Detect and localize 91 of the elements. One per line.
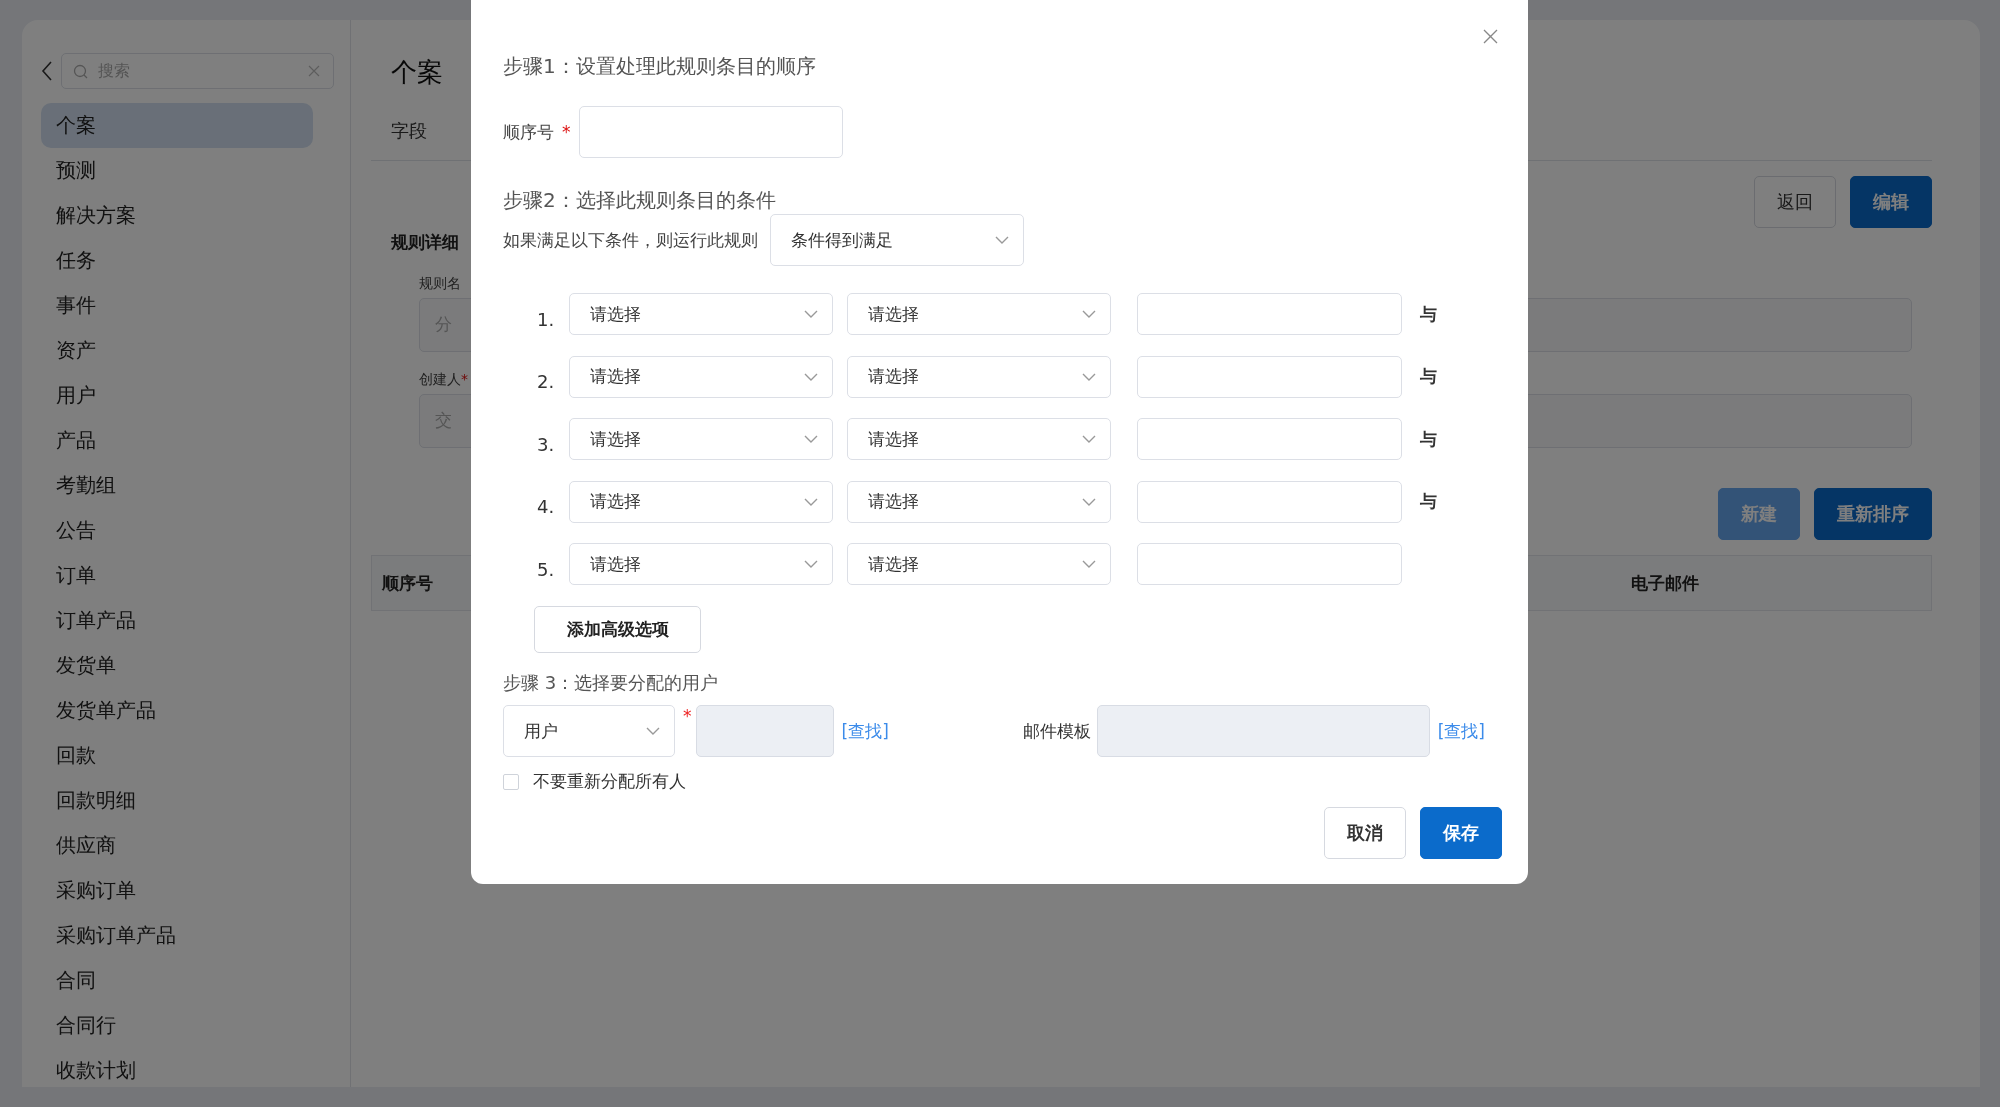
field-label: 创建人 [419, 370, 461, 389]
chevron-down-icon [804, 497, 818, 506]
dropdown[interactable]: 条件得到满足 [770, 214, 1024, 266]
sidebar-item[interactable]: 考勤组 [41, 463, 313, 508]
sidebar-item[interactable]: 资产 [41, 328, 313, 373]
input-field[interactable] [578, 106, 843, 158]
step-heading: 步骤1：设置处理此规则条目的顺序 [503, 53, 817, 80]
chevron-down-icon [804, 560, 818, 568]
row-number: 2. [537, 370, 556, 392]
row-number: 1. [537, 307, 556, 330]
sidebar-item[interactable]: 事件 [41, 283, 313, 328]
sidebar-item[interactable]: 发货单 [41, 643, 313, 688]
input-field[interactable] [1137, 480, 1402, 523]
page-title: 个案 [391, 56, 443, 89]
chevron-down-icon [804, 310, 818, 318]
chevron-down-icon [1082, 310, 1096, 318]
sidebar-item[interactable]: 合同行 [41, 1003, 313, 1048]
input-field[interactable] [1137, 293, 1402, 335]
required-mark: * [562, 122, 571, 142]
sidebar-item[interactable]: 个案 [41, 103, 313, 148]
tab[interactable]: 字段 [391, 116, 427, 146]
search-icon [73, 64, 88, 79]
button[interactable]: 编辑 [1850, 176, 1932, 228]
sidebar-item[interactable]: 收款计划 [41, 1048, 313, 1093]
input-field[interactable] [1137, 355, 1402, 398]
dropdown[interactable]: 请选择 [847, 480, 1111, 523]
dropdown[interactable]: 请选择 [569, 293, 833, 335]
section-title: 规则详细 [391, 231, 459, 254]
chevron-down-icon [1082, 560, 1096, 568]
sidebar-item[interactable]: 合同 [41, 958, 313, 1003]
button[interactable]: 保存 [1420, 807, 1502, 859]
step-heading: 步骤 3：选择要分配的用户 [503, 671, 720, 695]
button[interactable]: 添加高级选项 [534, 606, 701, 653]
dropdown[interactable]: 请选择 [569, 418, 833, 460]
chevron-down-icon [1082, 435, 1096, 443]
dropdown[interactable]: 用户 [503, 705, 675, 757]
dropdown[interactable]: 请选择 [569, 543, 833, 585]
checkbox[interactable] [503, 773, 519, 790]
sidebar-item[interactable]: 预测 [41, 148, 313, 193]
row-number: 5. [537, 557, 556, 580]
chevron-down-icon [646, 727, 660, 735]
required-mark: * [683, 705, 692, 727]
chevron-down-icon [1082, 372, 1096, 381]
dropdown[interactable]: 请选择 [569, 480, 833, 523]
chevron-down-icon [1082, 497, 1096, 506]
input-field[interactable] [1137, 418, 1402, 460]
dropdown[interactable]: 请选择 [847, 293, 1111, 335]
sidebar-item[interactable]: 采购订单产品 [41, 913, 313, 958]
sidebar-item[interactable]: 公告 [41, 508, 313, 553]
row-number: 3. [537, 432, 556, 455]
sidebar-item[interactable]: 采购订单 [41, 868, 313, 913]
sidebar-item[interactable]: 产品 [41, 418, 313, 463]
sidebar-item[interactable]: 任务 [41, 238, 313, 283]
clear-icon [308, 65, 320, 77]
button[interactable]: 取消 [1324, 807, 1406, 859]
sidebar-item[interactable]: 订单 [41, 553, 313, 598]
connector-label: 与 [1420, 490, 1437, 513]
sidebar-item[interactable]: 用户 [41, 373, 313, 418]
connector-label: 与 [1420, 427, 1437, 451]
chevron-down-icon [995, 236, 1009, 244]
field-label: 顺序号 [503, 120, 554, 144]
checkbox-label: 不要重新分配所有人 [533, 770, 686, 793]
close-icon[interactable] [1483, 29, 1498, 44]
dropdown[interactable]: 请选择 [569, 355, 833, 398]
lookup-link[interactable]: [查找] [1437, 719, 1485, 743]
sidebar-item[interactable]: 回款 [41, 733, 313, 778]
field-label: 规则名 [419, 274, 462, 293]
connector-label: 与 [1420, 365, 1437, 388]
required-mark: * [461, 371, 468, 387]
row-number: 4. [537, 495, 556, 517]
column-header: 顺序号 [381, 571, 433, 595]
sidebar-item[interactable]: 供应商 [41, 823, 313, 868]
button[interactable]: 重新排序 [1814, 488, 1932, 540]
button[interactable]: 返回 [1754, 176, 1836, 228]
dropdown[interactable]: 请选择 [847, 355, 1111, 398]
chevron-down-icon [804, 372, 818, 381]
field-label: 如果满足以下条件，则运行此规则 [503, 228, 758, 252]
sidebar-item[interactable]: 订单产品 [41, 598, 313, 643]
sidebar-item[interactable]: 发货单产品 [41, 688, 313, 733]
connector-label: 与 [1420, 302, 1437, 326]
column-header: 电子邮件 [1630, 571, 1700, 595]
sidebar-item[interactable]: 回款明细 [41, 778, 313, 823]
back-chevron-icon [41, 61, 53, 81]
dropdown[interactable]: 请选择 [847, 418, 1111, 460]
chevron-down-icon [804, 435, 818, 443]
step-heading: 步骤2：选择此规则条目的条件 [503, 187, 777, 214]
sidebar-item[interactable]: 解决方案 [41, 193, 313, 238]
dropdown[interactable]: 请选择 [847, 543, 1111, 585]
field-label: 邮件模板 [1022, 719, 1091, 743]
input-field[interactable] [1137, 543, 1402, 585]
lookup-link[interactable]: [查找] [841, 719, 889, 743]
